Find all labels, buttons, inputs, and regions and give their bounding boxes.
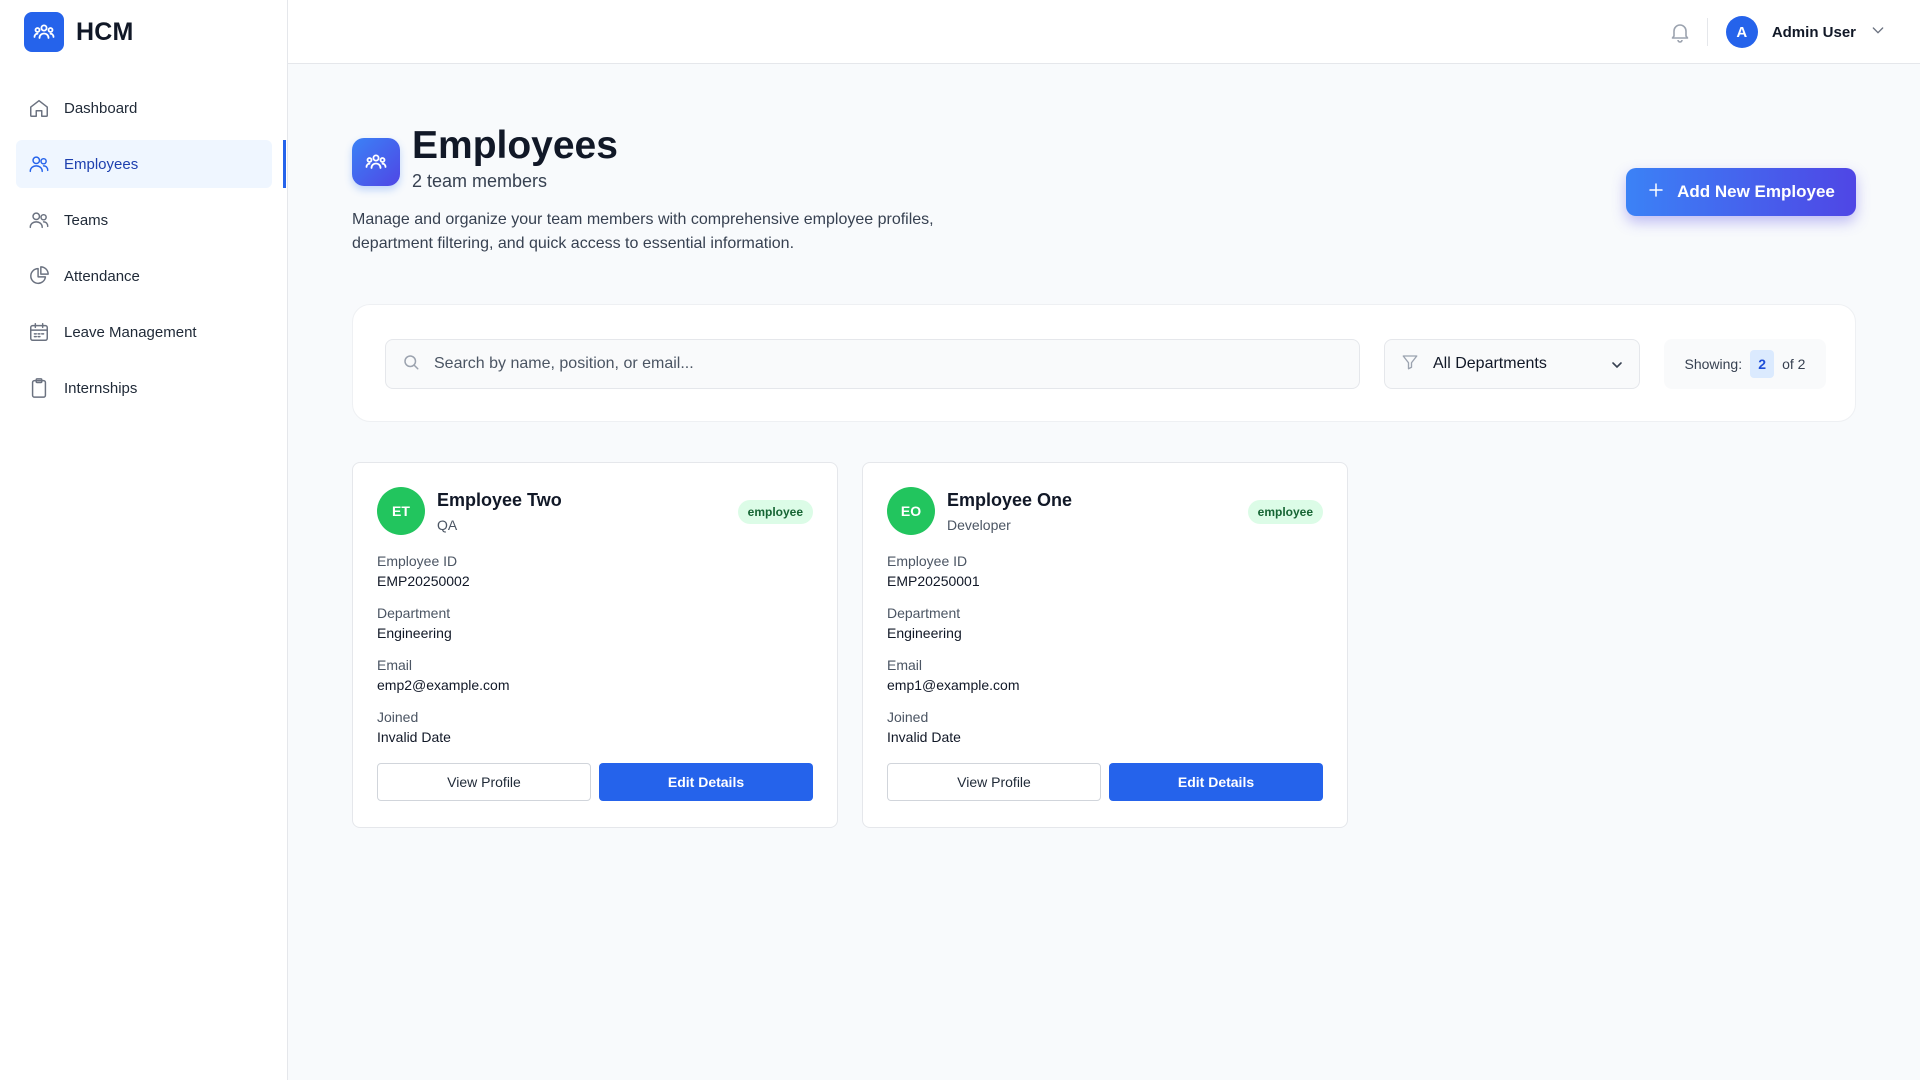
sidebar-item-dashboard[interactable]: Dashboard xyxy=(16,84,272,132)
sidebar: HCM Dashboard Employees Teams Attendance xyxy=(0,0,288,1080)
home-icon xyxy=(28,97,50,119)
field-value: emp1@example.com xyxy=(887,677,1020,693)
users-group-icon xyxy=(24,12,64,52)
avatar: EO xyxy=(887,487,935,535)
showing-total: of 2 xyxy=(1782,356,1806,372)
add-employee-button[interactable]: Add New Employee xyxy=(1626,168,1856,216)
field-value: Engineering xyxy=(887,625,962,641)
field-value: Invalid Date xyxy=(887,729,961,745)
field-label: Employee ID xyxy=(887,553,968,569)
field-value: Invalid Date xyxy=(377,729,451,745)
field-value: Engineering xyxy=(377,625,452,641)
view-profile-button[interactable]: View Profile xyxy=(377,763,591,801)
department-value: All Departments xyxy=(1433,355,1547,372)
field-value: EMP20250002 xyxy=(377,573,470,589)
user-name: Admin User xyxy=(1771,23,1856,41)
employee-name: Employee One xyxy=(947,490,1073,510)
sidebar-item-employees[interactable]: Employees xyxy=(16,140,286,188)
sidebar-item-attendance[interactable]: Attendance xyxy=(16,252,272,300)
calendar-icon xyxy=(28,321,50,343)
add-employee-label: Add New Employee xyxy=(1677,182,1835,201)
sidebar-item-label: Internships xyxy=(64,379,138,397)
main-content: Employees 2 team members Manage and orga… xyxy=(288,64,1920,1080)
department-select[interactable]: All Departments xyxy=(1384,339,1640,389)
sidebar-nav: Dashboard Employees Teams Attendance Lea… xyxy=(16,84,286,420)
edit-details-button[interactable]: Edit Details xyxy=(599,763,813,801)
field-label: Department xyxy=(887,605,961,621)
brand[interactable]: HCM xyxy=(24,12,134,52)
sidebar-item-internships[interactable]: Internships xyxy=(16,364,272,412)
employee-position: QA xyxy=(437,517,458,533)
search-input[interactable] xyxy=(434,355,1314,373)
page-description: Manage and organize your team members wi… xyxy=(352,211,934,252)
showing-label: Showing: xyxy=(1684,356,1743,372)
sidebar-item-leave-management[interactable]: Leave Management xyxy=(16,308,272,356)
chevron-down-icon xyxy=(1870,22,1886,43)
field-label: Department xyxy=(377,605,451,621)
field-value: EMP20250001 xyxy=(887,573,980,589)
field-label: Employee ID xyxy=(377,553,458,569)
role-badge: employee xyxy=(737,500,813,524)
avatar: A xyxy=(1725,16,1758,48)
showing-counter: Showing: 2 of 2 xyxy=(1664,339,1826,389)
field-label: Joined xyxy=(377,709,419,725)
search-box[interactable] xyxy=(385,339,1360,389)
brand-name: HCM xyxy=(76,17,134,46)
pie-chart-icon xyxy=(28,265,50,287)
field-label: Email xyxy=(887,657,923,673)
users-group-icon xyxy=(352,138,400,186)
sidebar-item-label: Employees xyxy=(64,155,139,173)
sidebar-item-label: Dashboard xyxy=(64,99,138,117)
role-badge: employee xyxy=(1247,500,1323,524)
avatar: ET xyxy=(377,487,425,535)
bell-icon[interactable] xyxy=(1668,20,1692,44)
divider xyxy=(1707,18,1708,46)
employee-position: Developer xyxy=(947,517,1011,533)
sidebar-item-label: Teams xyxy=(64,211,109,229)
showing-count: 2 xyxy=(1750,350,1775,378)
filter-bar: All Departments Showing: 2 of 2 xyxy=(352,304,1856,422)
sidebar-item-label: Leave Management xyxy=(64,323,197,341)
top-bar: A Admin User xyxy=(288,0,1920,64)
plus-icon xyxy=(1647,181,1665,204)
page-title: Employees xyxy=(412,124,618,167)
chevron-down-icon xyxy=(1609,357,1625,378)
employee-card: EO Employee One Developer employee Emplo… xyxy=(862,462,1348,828)
user-menu[interactable]: A Admin User xyxy=(1725,16,1886,48)
sidebar-item-label: Attendance xyxy=(64,267,140,285)
field-value: emp2@example.com xyxy=(377,677,510,693)
filter-icon xyxy=(1401,353,1419,376)
search-icon xyxy=(402,353,420,376)
page-subtitle: 2 team members xyxy=(412,171,548,191)
clipboard-icon xyxy=(28,377,50,399)
edit-details-button[interactable]: Edit Details xyxy=(1109,763,1323,801)
view-profile-button[interactable]: View Profile xyxy=(887,763,1101,801)
field-label: Email xyxy=(377,657,413,673)
team-icon xyxy=(28,209,50,231)
field-label: Joined xyxy=(887,709,929,725)
users-icon xyxy=(28,153,50,175)
sidebar-item-teams[interactable]: Teams xyxy=(16,196,272,244)
employee-name: Employee Two xyxy=(437,490,562,510)
employee-card: ET Employee Two QA employee Employee ID … xyxy=(352,462,838,828)
